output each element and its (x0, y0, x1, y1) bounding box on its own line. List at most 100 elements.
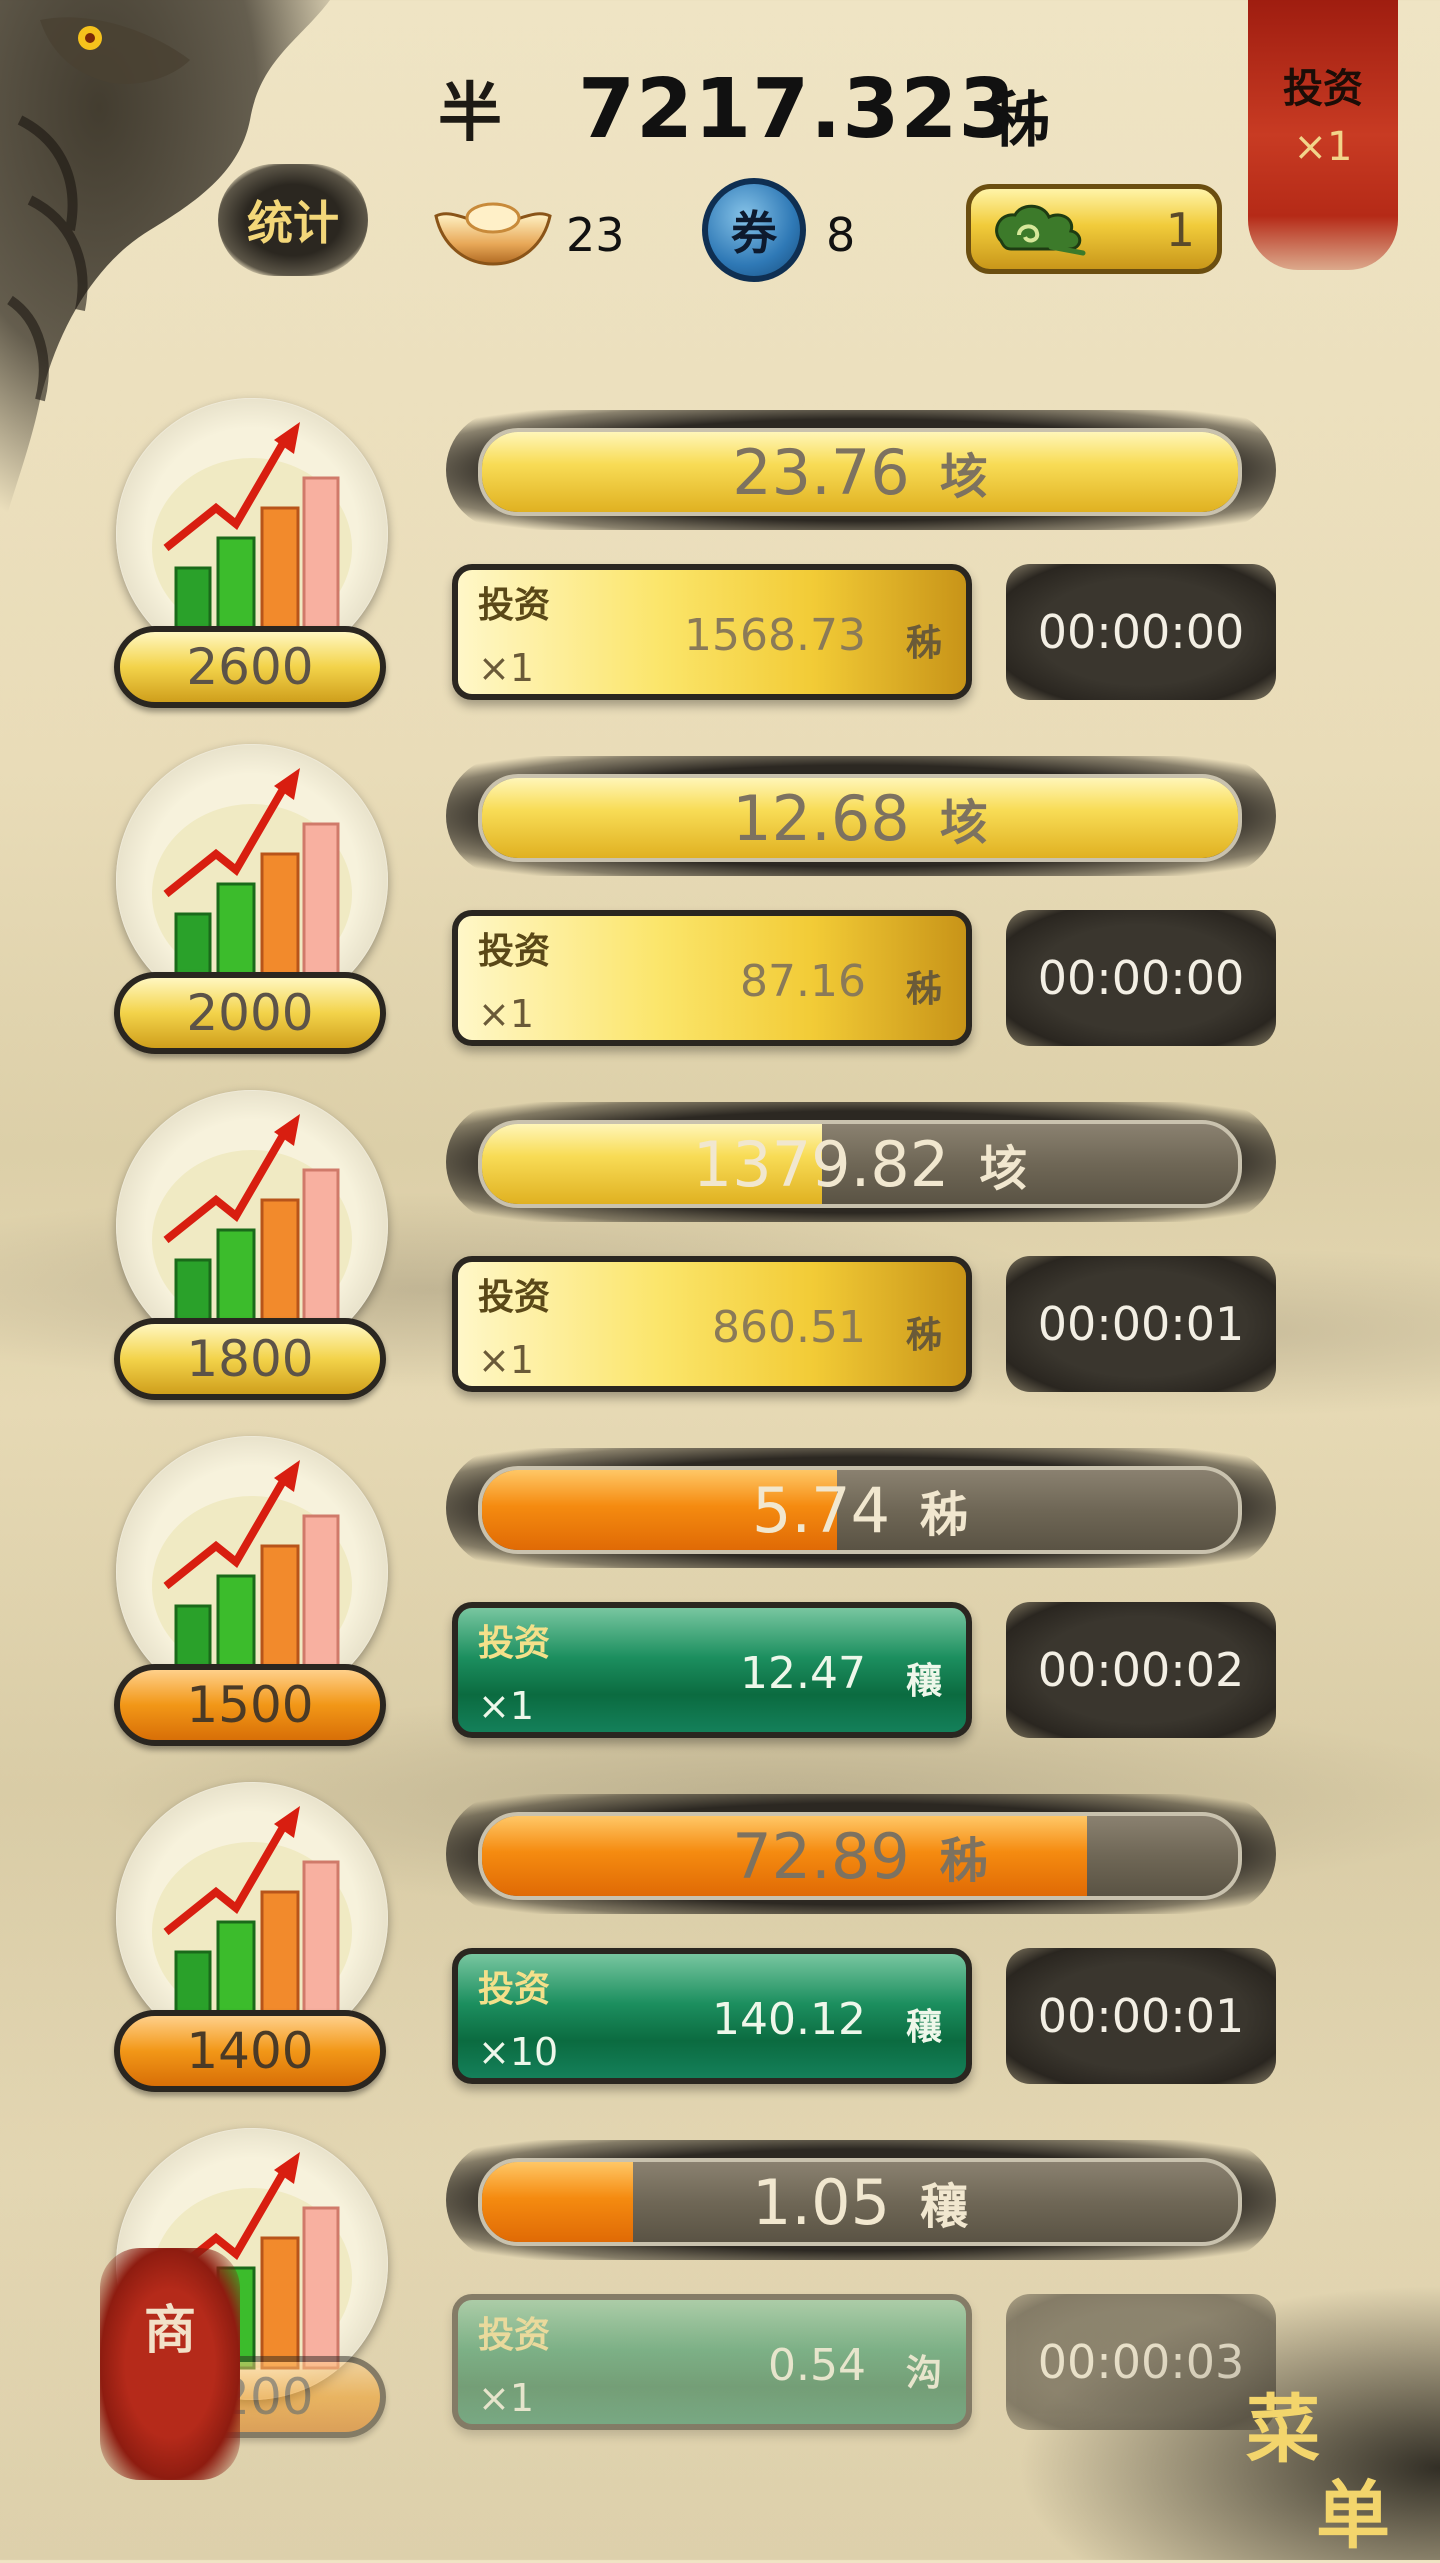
level-badge: 1800 (114, 1318, 386, 1400)
profit-progress-bar[interactable]: 23.76 垓 (478, 428, 1242, 516)
invest-cost-unit: 沟 (905, 2353, 942, 2394)
invest-multiplier: ×10 (478, 2030, 559, 2074)
invest-cost-unit: 秭 (905, 1315, 942, 1356)
invest-button[interactable]: 投资 ×1 12.47 穰 (452, 1602, 972, 1738)
invest-label: 投资 (478, 1969, 551, 2010)
invest-button[interactable]: 投资 ×1 860.51 秭 (452, 1256, 972, 1392)
cycle-timer: 00:00:03 (1006, 2294, 1276, 2430)
cycle-timer: 00:00:01 (1006, 1256, 1276, 1392)
shop-button[interactable]: 商 (100, 2248, 240, 2480)
timer-value: 00:00:01 (1037, 1297, 1245, 1351)
invest-cost: 87.16 (740, 956, 866, 1007)
business-row-3: 1800 1379.82 垓 投资 ×1 860.51 秭 00:00:01 (0, 1090, 1440, 1436)
level-value: 2600 (186, 638, 314, 696)
progress-text: 72.89 秭 (482, 1816, 1238, 1896)
stats-label: 统计 (247, 196, 339, 250)
invest-banner-label: 投资 (1283, 66, 1363, 112)
profit-unit: 垓 (939, 795, 988, 851)
invest-multiplier: ×1 (478, 1338, 535, 1382)
profit-value: 23.76 (732, 435, 910, 509)
invest-cost-unit: 穰 (905, 2007, 942, 2048)
progress-text: 5.74 秭 (482, 1470, 1238, 1550)
profit-unit: 垓 (979, 1141, 1028, 1197)
cycle-timer: 00:00:01 (1006, 1948, 1276, 2084)
cloud-boost-button[interactable]: 1 (966, 184, 1222, 274)
invest-button[interactable]: 投资 ×1 0.54 沟 (452, 2294, 972, 2430)
invest-multiplier: ×1 (478, 1684, 535, 1728)
shop-label: 商 (143, 2301, 196, 2361)
cycle-timer: 00:00:02 (1006, 1602, 1276, 1738)
menu-button[interactable]: 菜 单 (1240, 2370, 1420, 2559)
profit-unit: 垓 (939, 449, 988, 505)
cloud-icon (995, 204, 1086, 256)
menu-label-1: 菜 (1246, 2387, 1320, 2473)
profit-progress-bar[interactable]: 1379.82 垓 (478, 1120, 1242, 1208)
business-row-4: 1500 5.74 秭 投资 ×1 12.47 穰 00:00:02 (0, 1436, 1440, 1782)
money-glyph: 半 (438, 77, 502, 151)
level-value: 1400 (186, 2022, 314, 2080)
invest-banner-mult: ×1 (1293, 124, 1353, 170)
money-value: 7217.323 (578, 62, 1017, 157)
invest-cost: 0.54 (768, 2340, 866, 2391)
invest-multiplier: ×1 (478, 646, 535, 690)
invest-cost: 860.51 (712, 1302, 866, 1353)
level-value: 1800 (186, 1330, 314, 1388)
profit-value: 1379.82 (692, 1127, 950, 1201)
profit-value: 12.68 (732, 781, 910, 855)
progress-text: 23.76 垓 (482, 432, 1238, 512)
level-badge: 2600 (114, 626, 386, 708)
business-row-2: 2000 12.68 垓 投资 ×1 87.16 秭 00:00:00 (0, 744, 1440, 1090)
progress-text: 12.68 垓 (482, 778, 1238, 858)
gold-ingot-icon (434, 202, 552, 266)
cloud-count: 1 (1165, 203, 1195, 257)
profit-progress-bar[interactable]: 72.89 秭 (478, 1812, 1242, 1900)
invest-button[interactable]: 投资 ×10 140.12 穰 (452, 1948, 972, 2084)
profit-value: 72.89 (732, 1819, 910, 1893)
profit-unit: 穰 (920, 2179, 969, 2235)
progress-text: 1379.82 垓 (482, 1124, 1238, 1204)
coupon-count: 8 (826, 208, 856, 262)
profit-unit: 秭 (939, 1833, 988, 1889)
invest-label: 投资 (478, 1277, 551, 1318)
profit-unit: 秭 (920, 1487, 969, 1543)
coupon-icon: 券 (702, 178, 806, 282)
menu-label-2: 单 (1316, 2473, 1390, 2559)
profit-progress-bar[interactable]: 12.68 垓 (478, 774, 1242, 862)
invest-cost-unit: 秭 (905, 623, 942, 664)
invest-label: 投资 (478, 585, 551, 626)
invest-cost: 12.47 (740, 1648, 866, 1699)
profit-progress-bar[interactable]: 1.05 穰 (478, 2158, 1242, 2246)
profit-value: 1.05 (751, 2165, 891, 2239)
business-row-5: 1400 72.89 秭 投资 ×10 140.12 穰 00:00:01 (0, 1782, 1440, 2128)
level-badge: 2000 (114, 972, 386, 1054)
invest-label: 投资 (478, 1623, 551, 1664)
invest-cost: 1568.73 (684, 610, 866, 661)
profit-value: 5.74 (751, 1473, 891, 1547)
invest-multiplier-banner[interactable]: 投资 ×1 (1248, 0, 1398, 270)
invest-multiplier: ×1 (478, 2376, 535, 2420)
invest-cost-unit: 秭 (905, 969, 942, 1010)
level-value: 1500 (186, 1676, 314, 1734)
invest-cost: 140.12 (712, 1994, 866, 2045)
cycle-timer: 00:00:00 (1006, 910, 1276, 1046)
level-value: 2000 (186, 984, 314, 1042)
business-row-1: 2600 23.76 垓 投资 ×1 1568.73 秭 00:00:00 (0, 398, 1440, 744)
coupon-label: 券 (731, 206, 777, 260)
invest-multiplier: ×1 (478, 992, 535, 1036)
invest-label: 投资 (478, 931, 551, 972)
invest-button[interactable]: 投资 ×1 1568.73 秭 (452, 564, 972, 700)
level-badge: 1500 (114, 1664, 386, 1746)
invest-cost-unit: 穰 (905, 1661, 942, 1702)
cycle-timer: 00:00:00 (1006, 564, 1276, 700)
resource-header: 半 7217.323 秭 统计 23 券 8 1 投资 ×1 (0, 0, 1440, 300)
progress-text: 1.05 穰 (482, 2162, 1238, 2242)
ingot-count: 23 (566, 208, 625, 262)
timer-value: 00:00:01 (1037, 1989, 1245, 2043)
timer-value: 00:00:00 (1037, 605, 1245, 659)
money-unit: 秭 (990, 86, 1050, 156)
level-badge: 1400 (114, 2010, 386, 2092)
timer-value: 00:00:03 (1037, 2335, 1245, 2389)
invest-button[interactable]: 投资 ×1 87.16 秭 (452, 910, 972, 1046)
profit-progress-bar[interactable]: 5.74 秭 (478, 1466, 1242, 1554)
stats-button[interactable]: 统计 (218, 164, 368, 276)
